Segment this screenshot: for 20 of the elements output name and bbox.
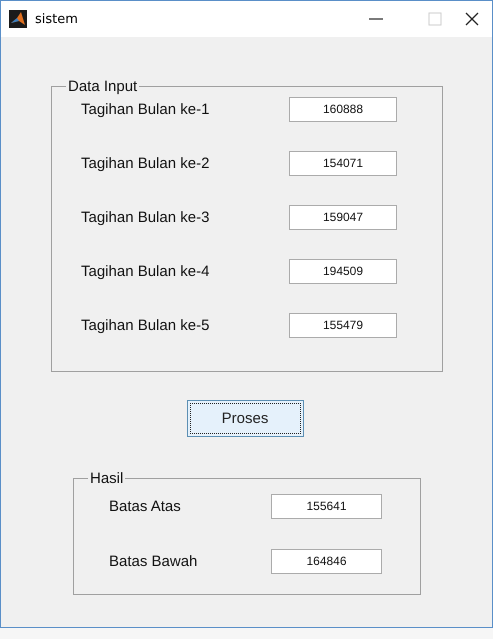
proses-button[interactable]: Proses [186,400,304,437]
field-label: Tagihan Bulan ke-4 [81,263,210,280]
input-field[interactable]: 160888 [289,97,397,122]
input-field[interactable]: 159047 [289,205,397,230]
input-field[interactable]: 154071 [289,151,397,176]
field-label: Batas Atas [109,498,182,515]
input-field[interactable]: 155479 [289,313,397,338]
input-field[interactable]: 155641 [271,494,382,519]
input-field[interactable]: 194509 [289,259,397,284]
field-label: Tagihan Bulan ke-2 [81,155,210,172]
panel-title: Hasil [89,470,124,487]
input-field[interactable]: 164846 [271,549,382,574]
field-label: Tagihan Bulan ke-1 [81,101,210,118]
window-title: sistem [35,12,79,26]
panel-title: Data Input [67,78,138,95]
field-label: Tagihan Bulan ke-5 [81,317,210,334]
field-label: Batas Bawah [109,553,198,570]
field-label: Tagihan Bulan ke-3 [81,209,210,226]
app-icon [9,10,27,28]
close-icon[interactable] [464,11,480,27]
